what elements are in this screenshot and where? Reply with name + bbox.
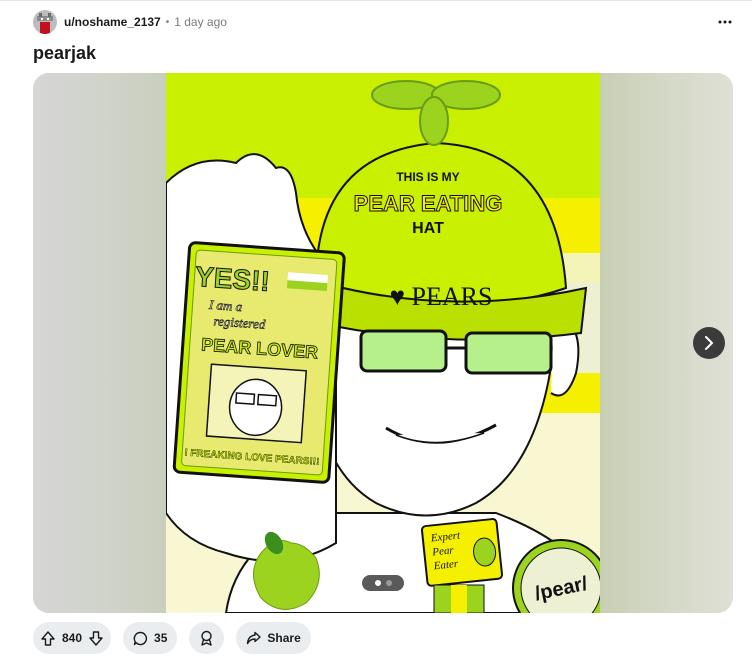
award-button[interactable] xyxy=(189,622,225,654)
media-gallery[interactable]: THIS IS MY PEAR EATING HAT ♥ PEARS YES!!… xyxy=(33,73,733,613)
comment-count: 35 xyxy=(154,631,168,645)
top-divider xyxy=(0,0,752,1)
next-image-button[interactable] xyxy=(693,327,725,359)
comment-icon xyxy=(133,631,148,645)
upvote-button[interactable] xyxy=(41,630,55,646)
page-dot-1[interactable] xyxy=(374,580,381,586)
comments-button[interactable]: 35 xyxy=(123,622,178,654)
share-button[interactable]: Share xyxy=(236,622,311,654)
author-username[interactable]: u/noshame_2137 xyxy=(64,15,161,29)
avatar[interactable] xyxy=(33,10,57,34)
post-header: u/noshame_2137 • 1 day ago xyxy=(33,9,227,35)
downvote-icon xyxy=(89,630,103,646)
meta-separator: • xyxy=(165,16,170,28)
blurred-backdrop-left xyxy=(33,73,166,613)
post-actions: 840 35 Share xyxy=(33,622,311,654)
page-dot-2[interactable] xyxy=(385,580,392,586)
vote-control: 840 xyxy=(33,622,112,654)
share-icon xyxy=(247,631,262,645)
chevron-right-icon xyxy=(705,336,713,350)
hat-line3: HAT xyxy=(412,220,444,237)
downvote-button[interactable] xyxy=(89,630,103,646)
gallery-pagination xyxy=(362,575,404,591)
hat-line1: THIS IS MY xyxy=(396,170,459,184)
share-label: Share xyxy=(267,631,301,645)
more-horizontal-icon xyxy=(718,20,732,24)
upvote-icon xyxy=(41,630,55,646)
award-icon xyxy=(201,630,213,646)
gallery-image[interactable]: THIS IS MY PEAR EATING HAT ♥ PEARS YES!!… xyxy=(166,73,600,613)
hat-band: ♥ PEARS xyxy=(390,282,493,311)
vote-count: 840 xyxy=(62,631,83,645)
card-line1: I am a xyxy=(208,297,244,314)
post-time: 1 day ago xyxy=(174,15,227,29)
hat-line2: PEAR EATING xyxy=(354,191,503,216)
post-title[interactable]: pearjak xyxy=(33,43,96,64)
more-options-button[interactable] xyxy=(713,10,737,34)
badge-line2: Pear xyxy=(431,544,455,558)
card-yes: YES!! xyxy=(194,261,271,297)
